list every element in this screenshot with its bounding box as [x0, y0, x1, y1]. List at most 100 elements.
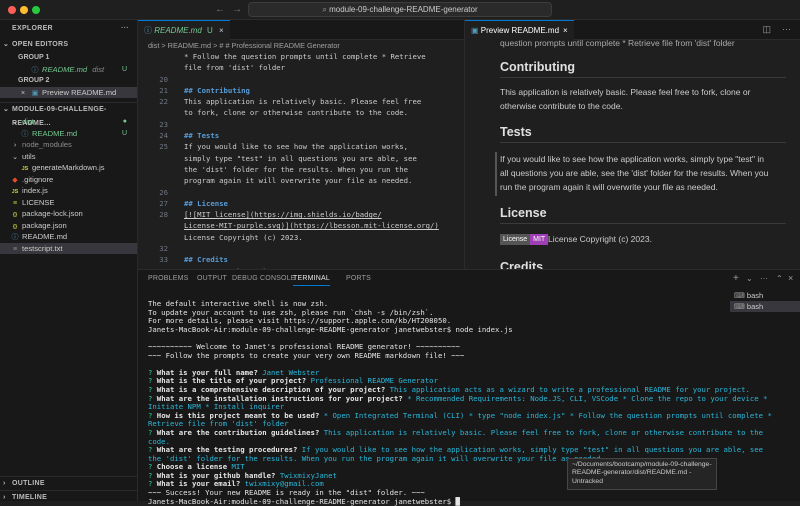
file-tree-label: testscript.txt — [22, 243, 63, 253]
code-line[interactable]: 28 [![MIT license](https://img.shields.io… — [138, 209, 464, 220]
command-center-search[interactable]: ⌕ module-09-challenge-README-generator — [248, 2, 552, 17]
timeline-section[interactable]: › TIMELINE — [0, 490, 138, 504]
file-tree-label: generateMarkdown.js — [32, 163, 105, 172]
close-icon[interactable]: × — [219, 26, 224, 35]
file-tree-item[interactable]: ⓘ README.md — [0, 231, 137, 243]
maximize-window-button[interactable] — [32, 6, 40, 14]
close-icon[interactable]: × — [563, 26, 568, 35]
code-line[interactable]: program again it will overwrite your fil… — [138, 175, 464, 186]
prompt-answer: This application is relatively basic. Pl… — [323, 427, 764, 437]
arrow-left-icon[interactable]: ← — [215, 4, 225, 15]
code-line[interactable]: 21 ## Contributing — [138, 85, 464, 96]
code-text: License-MIT-purple.svg)](https://lbesson… — [184, 221, 439, 231]
file-tree-item[interactable]: JS generateMarkdown.js — [0, 162, 137, 174]
editor-group: ⓘ README.md U × dist > README.md > # # P… — [138, 20, 464, 287]
file-tree-item[interactable]: ◆ .gitignore — [0, 174, 137, 186]
file-tree-item[interactable]: ⌄ utils — [0, 151, 137, 163]
new-terminal-icon[interactable]: + — [733, 273, 739, 284]
code-line[interactable]: 23 — [138, 119, 464, 130]
file-tree-item[interactable]: {} package.json — [0, 220, 137, 232]
contributing-heading: Contributing — [500, 60, 575, 74]
close-window-button[interactable] — [8, 6, 16, 14]
info-icon: ⓘ — [144, 26, 155, 35]
outline-section[interactable]: › OUTLINE — [0, 476, 138, 490]
code-line[interactable]: 26 — [138, 187, 464, 198]
code-line[interactable]: 20 — [138, 74, 464, 85]
terminal-line: ~~~ Follow the prompts to create your ve… — [148, 350, 718, 361]
mit-license-badge[interactable]: License MIT — [500, 234, 549, 245]
chevron-down-icon: ⌄ — [3, 106, 10, 113]
line-number: 33 — [159, 255, 168, 265]
close-icon[interactable]: × — [18, 88, 28, 100]
txt-icon: ≡ — [12, 245, 18, 253]
code-area[interactable]: * Follow the question prompts until comp… — [138, 51, 464, 288]
code-line[interactable]: the 'dist' folder for the results. When … — [138, 164, 464, 175]
terminal-instance[interactable]: ⌨ bash — [730, 290, 800, 301]
code-text: [![MIT license](https://img.shields.io/b… — [184, 210, 382, 220]
file-tree-item[interactable]: ≡ testscript.txt — [0, 242, 137, 254]
panel-tab-output[interactable]: OUTPUT — [197, 275, 227, 282]
file-tree-label: node_modules — [22, 140, 72, 149]
code-line[interactable]: 24 ## Tests — [138, 130, 464, 141]
panel-tab-problems[interactable]: PROBLEMS — [148, 275, 189, 282]
arrow-right-icon[interactable]: → — [232, 4, 242, 15]
panel-tab-ports[interactable]: PORTS — [346, 275, 371, 282]
more-actions-icon[interactable]: ··· — [121, 20, 129, 38]
preview-icon: ▣ — [471, 26, 481, 35]
code-line[interactable]: to fork, clone or otherwise contribute t… — [138, 107, 464, 118]
code-line[interactable]: simply type "test" in all questions you … — [138, 153, 464, 164]
minimize-window-button[interactable] — [20, 6, 28, 14]
code-line[interactable]: 22 This application is relatively basic. … — [138, 96, 464, 107]
code-text: * Follow the question prompts until comp… — [184, 52, 426, 61]
maximize-panel-icon[interactable]: ⌃ — [776, 274, 783, 283]
panel-tab-debug-console[interactable]: DEBUG CONSOLE — [232, 275, 296, 282]
code-line[interactable]: License Copyright (c) 2023. — [138, 232, 464, 243]
file-tree-label: dist — [22, 117, 34, 126]
tab-readme[interactable]: ⓘ README.md U × — [138, 20, 230, 40]
panel-tab-terminal[interactable]: TERMINAL — [293, 275, 330, 286]
open-editor-readme[interactable]: ⓘ README.md dist U — [0, 64, 137, 76]
code-line[interactable]: 27 ## License — [138, 198, 464, 209]
breadcrumb[interactable]: dist > README.md > # # Professional READ… — [138, 40, 464, 51]
more-actions-icon[interactable]: ··· — [760, 274, 768, 283]
terminal-line: Janets-MacBook-Air:module-09-challenge-R… — [148, 497, 718, 506]
untracked-badge: U — [121, 65, 127, 73]
file-tree-item[interactable]: ⓘ README.md U — [0, 128, 137, 140]
terminal-line: Janets-MacBook-Air:module-09-challenge-R… — [148, 325, 718, 335]
terminal-instance[interactable]: ⌨ bash — [730, 301, 800, 312]
chevron-down-icon[interactable]: ⌄ — [746, 274, 753, 283]
code-text: program again it will overwrite your fil… — [184, 176, 413, 186]
group-1-label: GROUP 1 — [18, 54, 50, 61]
file-tree-item[interactable]: JS index.js — [0, 185, 137, 197]
group-2-label: GROUP 2 — [18, 77, 50, 84]
prompt-answer: * Open Integrated Terminal (CLI) * type … — [323, 410, 772, 420]
code-line[interactable]: 33 ## Credits — [138, 254, 464, 265]
file-tree-item[interactable]: ≡ LICENSE — [0, 197, 137, 209]
divider — [500, 77, 786, 78]
close-panel-icon[interactable]: × — [788, 273, 793, 283]
tests-heading: Tests — [500, 125, 532, 139]
divider — [500, 223, 786, 224]
code-text: to fork, clone or otherwise contribute t… — [184, 108, 409, 118]
code-text: ## License — [184, 198, 228, 208]
more-actions-icon[interactable]: ··· — [782, 24, 791, 34]
code-line[interactable]: * Follow the question prompts until comp… — [138, 51, 464, 62]
file-tree-item[interactable]: › node_modules — [0, 139, 137, 151]
code-line[interactable]: file from 'dist' folder — [138, 62, 464, 73]
terminal-text: ~~~ Follow the prompts to create your ve… — [148, 350, 465, 360]
file-tree-label: index.js — [22, 186, 48, 195]
open-editor-preview[interactable]: × ▣ Preview README.md — [0, 86, 137, 100]
line-number: 27 — [159, 198, 168, 208]
terminal-list: ⌨ bash ⌨ bash — [730, 290, 800, 312]
project-section[interactable]: ⌄ MODULE-09-CHALLENGE-README... — [0, 102, 137, 127]
line-number: 22 — [159, 97, 168, 107]
file-tree-item[interactable]: {} package-lock.json — [0, 208, 137, 220]
split-editor-icon[interactable]: ◫ — [762, 24, 771, 35]
terminal-instance-label: bash — [746, 291, 764, 300]
code-line[interactable]: License-MIT-purple.svg)](https://lbesson… — [138, 220, 464, 231]
open-editors-section[interactable]: ⌄ OPEN EDITORS — [0, 38, 137, 52]
code-line[interactable]: 32 — [138, 243, 464, 254]
file-tree-item[interactable]: ⌄ dist ● — [0, 116, 137, 128]
explorer-heading: EXPLORER ··· — [0, 20, 137, 38]
code-line[interactable]: 25 If you would like to see how the appli… — [138, 141, 464, 152]
